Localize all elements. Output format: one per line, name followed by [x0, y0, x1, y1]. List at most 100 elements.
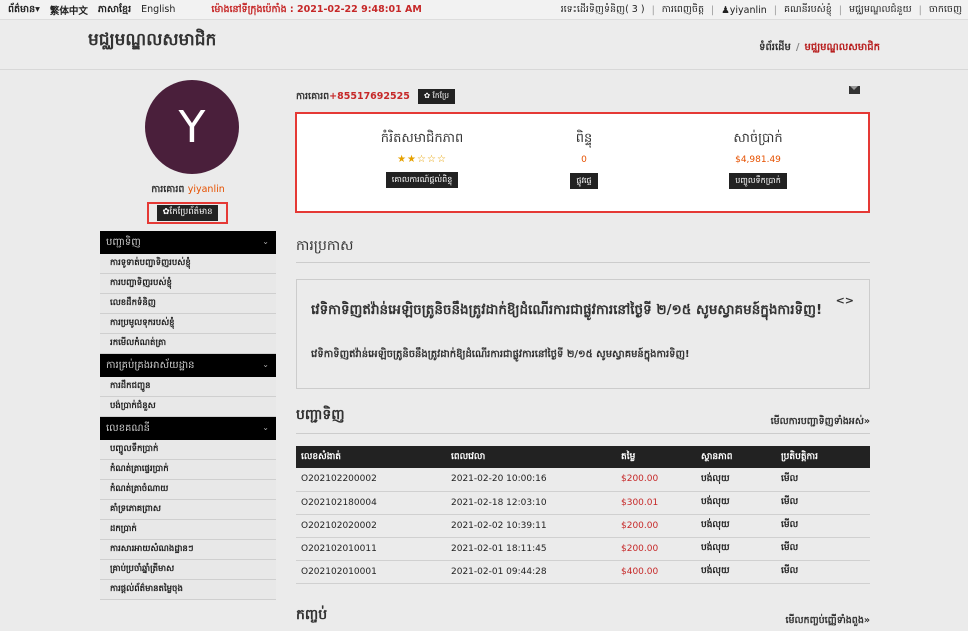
cart-link[interactable]: រទេះដើរទិញទំនិញ( 3 ) — [561, 3, 645, 17]
order-time: 2021-02-20 10:00:16 — [446, 468, 616, 492]
logout-link[interactable]: ចាកចេញ — [929, 3, 962, 17]
breadcrumb-current: មជ្ឈមណ្ឌលសមាជិក — [804, 42, 881, 53]
sidebar-item[interactable]: ការបញ្ជាទិញរបស់ខ្ញុំ — [100, 274, 276, 294]
points-policy-button[interactable]: គោលការណ៍ផ្ដល់ពិន្ទុ — [385, 172, 459, 188]
redeem-button[interactable]: ផ្លូវផ្ទេ — [570, 173, 598, 189]
announcement-heading: ការប្រកាស — [296, 238, 354, 254]
order-id: O202102200002 — [296, 468, 446, 492]
stats-panel: កំរិតសមាជិកភាព ★★☆☆☆ គោលការណ៍ផ្ដល់ពិន្ទុ… — [295, 112, 870, 213]
chevron-down-icon: ⌄ — [262, 423, 269, 432]
sidebar-item[interactable]: ការប្រមូលទុករបស់ខ្ញុំ — [100, 314, 276, 334]
order-status: បង់លុយ — [696, 468, 776, 492]
sidebar-menu: បញ្ជាទិញ ⌄ ការទូទាត់បញ្ជាទិញរបស់ខ្ញុំ ការបញ… — [100, 231, 276, 600]
sidebar-group[interactable]: បញ្ជាទិញ ⌄ — [100, 231, 276, 254]
order-price: $200.00 — [616, 537, 696, 561]
sidebar-item[interactable]: ការទូទាត់បញ្ជាទិញរបស់ខ្ញុំ — [100, 254, 276, 274]
member-dropdown[interactable]: ព័ត៌មាន▾ — [8, 3, 40, 17]
lang-km-link[interactable]: ភាសាខ្មែរ — [98, 3, 131, 17]
sidebar-group[interactable]: លេខគណនី ⌄ — [100, 417, 276, 440]
favorites-link[interactable]: ការពេញចិត្ត — [662, 3, 704, 17]
phone-number: +85517692525 — [329, 91, 410, 102]
order-time: 2021-02-01 18:11:45 — [446, 537, 616, 561]
order-time: 2021-02-18 12:03:10 — [446, 491, 616, 515]
order-status: បង់លុយ — [696, 514, 776, 538]
phone-label: ការគោរព — [296, 90, 330, 102]
order-id: O202102180004 — [296, 491, 446, 515]
user-icon: ♟ — [721, 4, 730, 16]
stat-value: 0 — [581, 155, 587, 165]
page-header: មជ្ឈមណ្ឌលសមាជិក ទំព័រដើម / មជ្ឈមណ្ឌលសមាជិក — [0, 20, 968, 70]
order-price: $400.00 — [616, 560, 696, 584]
order-id: O202102010011 — [296, 537, 446, 561]
sidebar-item[interactable]: គាំទ្រភោគព្រាស — [100, 500, 276, 520]
username: yiyanlin — [187, 184, 225, 195]
view-order-link[interactable]: មើល — [776, 537, 870, 561]
user-link[interactable]: yiyanlin — [730, 5, 767, 16]
table-row: O202102180004 2021-02-18 12:03:10 $300.01 ប… — [296, 491, 870, 515]
lang-en-link[interactable]: English — [141, 4, 175, 15]
order-time: 2021-02-01 09:44:28 — [446, 560, 616, 584]
table-row: O202102010001 2021-02-01 09:44:28 $400.00 ប… — [296, 560, 870, 584]
avatar: Y — [145, 80, 239, 174]
sidebar-group[interactable]: ការគ្រប់គ្រងអាស័យដ្ឋាន ⌄ — [100, 354, 276, 377]
breadcrumb: ទំព័រដើម / មជ្ឈមណ្ឌលសមាជិក — [759, 40, 880, 55]
help-link[interactable]: មជ្ឈមណ្ឌលជំនួយ — [849, 3, 912, 17]
view-order-link[interactable]: មើល — [776, 491, 870, 515]
server-time: ម៉ោងនៅទីក្រុងប៉េកាំង : 2021-02-22 9:48:0… — [211, 3, 422, 15]
sidebar-group-label: ការគ្រប់គ្រងអាស័យដ្ឋាន — [106, 360, 195, 371]
sidebar-item[interactable]: កំណត់ត្រាផ្ទេរប្រាក់ — [100, 460, 276, 480]
phone-row: ការគោរព +85517692525 ✿ កែប្រែ — [296, 89, 456, 104]
lang-zh-link[interactable]: 繁体中文 — [50, 3, 88, 17]
column-header: ស្ថានភាព — [696, 446, 776, 468]
sidebar-group-label: លេខគណនី — [106, 423, 150, 434]
column-header: ពេលវេលា — [446, 446, 616, 468]
divider: | — [773, 4, 777, 16]
view-order-link[interactable]: មើល — [776, 468, 870, 492]
announcement-title[interactable]: វេទិកាទិញឥវ៉ាន់អេឡិចត្រូនិចនឹងត្រូវដាក់ឱ… — [311, 302, 831, 319]
announcement-box: វេទិកាទិញឥវ៉ាន់អេឡិចត្រូនិចនឹងត្រូវដាក់ឱ… — [296, 279, 870, 389]
sidebar-item[interactable]: រកមើលកំណត់ត្រា — [100, 334, 276, 354]
welcome-text: ការគោរព yiyanlin — [100, 183, 276, 197]
announcement-nav[interactable]: <> — [836, 294, 854, 307]
divider: | — [918, 4, 922, 16]
sidebar-item[interactable]: លេខដឹកទំនិញ — [100, 294, 276, 314]
breadcrumb-home[interactable]: ទំព័រដើម — [759, 42, 791, 53]
order-price: $300.01 — [616, 491, 696, 515]
divider: | — [651, 4, 655, 16]
view-all-packages-link[interactable]: មើលកញ្ចប់ញ្ញើទាំងពួង» — [785, 614, 870, 628]
order-time: 2021-02-02 10:39:11 — [446, 514, 616, 538]
table-row: O202102010011 2021-02-01 18:11:45 $200.00 ប… — [296, 537, 870, 561]
view-order-link[interactable]: មើល — [776, 514, 870, 538]
order-status: បង់លុយ — [696, 560, 776, 584]
sidebar-item[interactable]: ដកប្រាក់ — [100, 520, 276, 540]
account-link[interactable]: គណនីរបស់ខ្ញុំ — [784, 3, 832, 17]
welcome-label: ការគោរព — [151, 184, 185, 195]
view-all-orders-link[interactable]: មើលការបញ្ជាទិញទាំងអស់» — [771, 415, 870, 429]
stat-label: សាច់ប្រាក់ — [733, 131, 783, 146]
mail-icon[interactable] — [849, 86, 860, 94]
sidebar-item[interactable]: បញ្ចូលទឹកប្រាក់ — [100, 440, 276, 460]
view-order-link[interactable]: មើល — [776, 560, 870, 584]
table-row: O202102020002 2021-02-02 10:39:11 $200.00 ប… — [296, 514, 870, 538]
sidebar-item[interactable]: បង់ប្រាក់ជំនួស — [100, 397, 276, 417]
stat-value: $4,981.49 — [735, 155, 781, 165]
edit-profile-button[interactable]: ✿កែប្រែព័ត៌មាន — [157, 205, 218, 221]
chevron-down-icon: ⌄ — [262, 360, 269, 369]
sidebar-item[interactable]: ការផ្ដល់ព័ត៌មានតម្លៃចុង — [100, 580, 276, 600]
order-id: O202102020002 — [296, 514, 446, 538]
sidebar-item[interactable]: ការដឹកជញ្ជូន — [100, 377, 276, 397]
chevron-down-icon: ⌄ — [262, 237, 269, 246]
table-row: O202102200002 2021-02-20 10:00:16 $200.00 ប… — [296, 468, 870, 492]
divider — [296, 262, 870, 263]
column-header: ប្រតិបត្តិការ — [776, 446, 870, 468]
sidebar-item[interactable]: ការសារអាយសំណងដ្ឋានៗ — [100, 540, 276, 560]
order-status: បង់លុយ — [696, 491, 776, 515]
sidebar-item[interactable]: គ្រាប់ប្រចាំឆ្នាំត្រីមាស — [100, 560, 276, 580]
orders-heading: បញ្ជាទិញ — [296, 407, 345, 423]
sidebar-group-label: បញ្ជាទិញ — [106, 237, 141, 248]
edit-profile-highlight: ✿កែប្រែព័ត៌មាន — [147, 202, 228, 224]
announcement-body: វេទិកាទិញឥវ៉ាន់អេឡិចត្រូនិចនឹងត្រូវដាក់ឱ… — [311, 349, 690, 360]
sidebar-item[interactable]: កំណត់ត្រាចំណាយ — [100, 480, 276, 500]
recharge-button[interactable]: បញ្ចូលទឹកប្រាក់ — [729, 173, 787, 189]
modify-phone-button[interactable]: ✿ កែប្រែ — [417, 89, 456, 104]
